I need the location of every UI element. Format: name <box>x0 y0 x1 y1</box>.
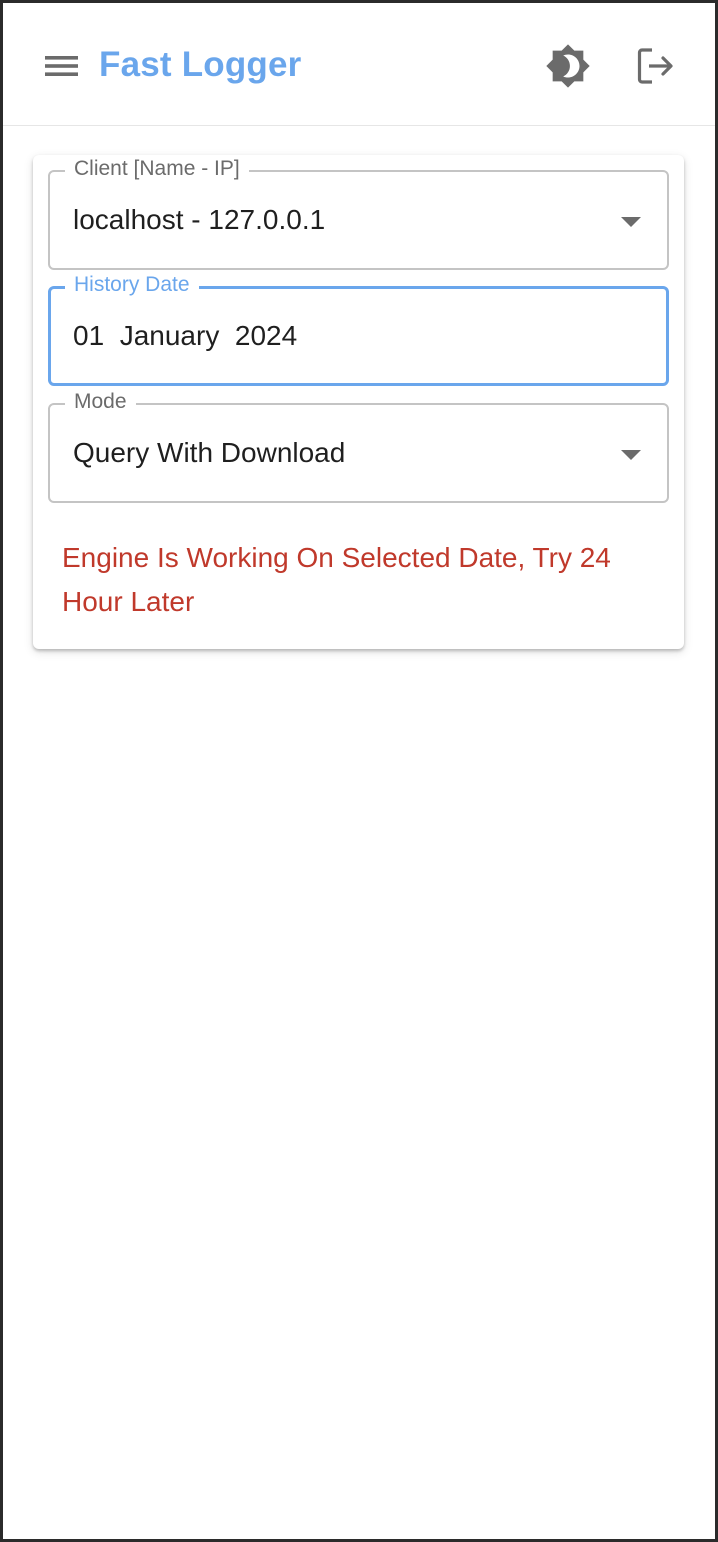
logout-icon <box>637 48 673 84</box>
brightness-icon <box>546 44 590 88</box>
client-select-value: localhost - 127.0.0.1 <box>73 204 326 235</box>
hamburger-menu-icon <box>45 56 78 76</box>
error-message: Engine Is Working On Selected Date, Try … <box>62 542 611 617</box>
history-date-label: History Date <box>65 272 199 298</box>
query-card: Client [Name - IP] localhost - 127.0.0.1… <box>33 155 684 649</box>
app-title: Fast Logger <box>99 45 302 84</box>
history-date-value: 01 January 2024 <box>73 320 298 351</box>
client-select[interactable]: Client [Name - IP] localhost - 127.0.0.1 <box>48 156 669 270</box>
logout-button[interactable] <box>635 45 677 87</box>
chevron-down-icon <box>621 217 641 227</box>
menu-button[interactable] <box>43 49 81 83</box>
theme-toggle-button[interactable] <box>545 43 591 89</box>
app-window: Fast Logger Client [Name - IP] localhost… <box>3 3 715 1539</box>
app-bar: Fast Logger <box>3 3 715 126</box>
history-date-input[interactable]: History Date 01 January 2024 <box>48 272 669 386</box>
mode-select-label: Mode <box>65 389 136 415</box>
mode-select-value: Query With Download <box>73 437 346 468</box>
mode-select[interactable]: Mode Query With Download <box>48 389 669 503</box>
chevron-down-icon <box>621 450 641 460</box>
client-select-label: Client [Name - IP] <box>65 156 249 182</box>
